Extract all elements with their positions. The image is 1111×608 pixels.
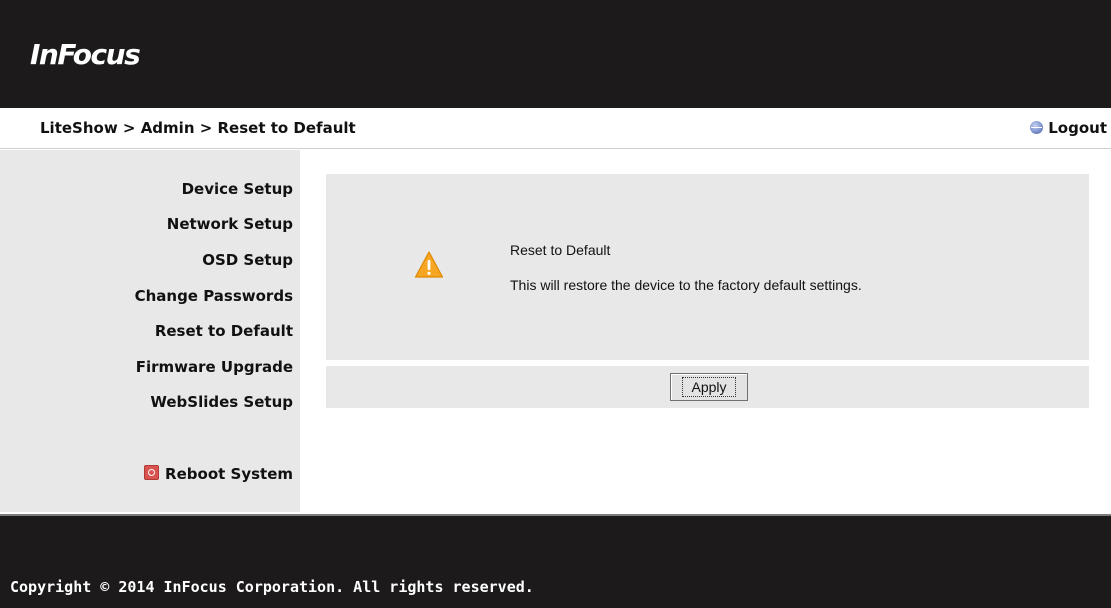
- reset-panel: Reset to Default This will restore the d…: [326, 174, 1089, 360]
- sidebar-item-firmware-upgrade[interactable]: Firmware Upgrade: [136, 358, 293, 376]
- copyright-text: Copyright © 2014 InFocus Corporation. Al…: [10, 578, 534, 596]
- reboot-label: Reboot System: [165, 465, 293, 483]
- sidebar-item-reset-to-default[interactable]: Reset to Default: [155, 322, 293, 340]
- action-bar: Apply: [326, 366, 1089, 408]
- sidebar-item-change-passwords[interactable]: Change Passwords: [135, 287, 293, 305]
- breadcrumb-bar: LiteShow > Admin > Reset to Default Logo…: [0, 108, 1111, 149]
- logout-icon: [1030, 121, 1044, 134]
- sidebar-item-webslides-setup[interactable]: WebSlides Setup: [150, 393, 293, 411]
- infocus-logo[interactable]: InFocus: [30, 38, 141, 71]
- logout-label: Logout: [1048, 119, 1107, 137]
- logout-button[interactable]: Logout: [1030, 119, 1107, 137]
- apply-button[interactable]: Apply: [670, 373, 748, 401]
- apply-label: Apply: [682, 377, 736, 397]
- panel-description: This will restore the device to the fact…: [510, 277, 862, 293]
- sidebar-item-network-setup[interactable]: Network Setup: [167, 215, 293, 233]
- sidebar: Device Setup Network Setup OSD Setup Cha…: [0, 150, 300, 512]
- reboot-system-button[interactable]: Reboot System: [144, 465, 293, 483]
- sidebar-item-device-setup[interactable]: Device Setup: [182, 180, 293, 198]
- breadcrumb: LiteShow > Admin > Reset to Default: [40, 119, 356, 137]
- panel-title: Reset to Default: [510, 242, 611, 258]
- sidebar-item-osd-setup[interactable]: OSD Setup: [202, 251, 293, 269]
- footer: Copyright © 2014 InFocus Corporation. Al…: [0, 516, 1111, 608]
- power-icon: [144, 465, 160, 480]
- header-bar: InFocus: [0, 0, 1111, 108]
- warning-icon: [414, 251, 444, 278]
